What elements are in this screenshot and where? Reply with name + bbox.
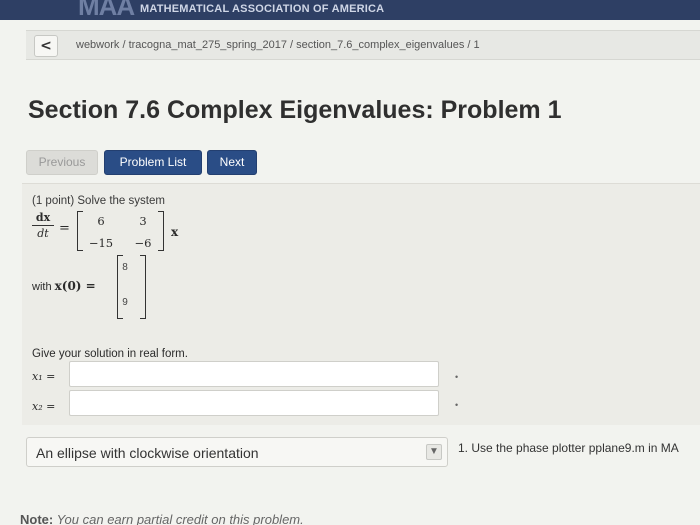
- feedback-dot: •: [455, 372, 459, 382]
- x1-label: x₁ =: [32, 370, 56, 383]
- initial-condition: with x(0) =: [32, 279, 96, 293]
- breadcrumb-item-webwork[interactable]: webwork: [76, 39, 119, 51]
- breadcrumb-item-section[interactable]: section_7.6_complex_eigenvalues: [296, 39, 464, 51]
- breadcrumb-item-problem: 1: [473, 39, 480, 51]
- matrix-cell: 3: [139, 214, 147, 228]
- breadcrumb-item-course[interactable]: tracogna_mat_275_spring_2017: [129, 39, 287, 51]
- dropdown-selected-value: An ellipse with clockwise orientation: [36, 445, 259, 461]
- equals-sign: =: [59, 221, 70, 236]
- matrix-cell: −15: [88, 236, 114, 250]
- vector-right-bracket: [140, 255, 146, 319]
- matrix-right-bracket: [158, 211, 164, 251]
- note-text: You can earn partial credit on this prob…: [53, 512, 304, 525]
- breadcrumb-separator: /: [464, 39, 474, 51]
- note-label: Note:: [20, 512, 54, 525]
- x2-label: x₂ =: [32, 400, 56, 413]
- derivative-denominator: dt: [37, 227, 49, 240]
- answer-dropdown[interactable]: An ellipse with clockwise orientation ▼: [26, 437, 448, 467]
- x2-input[interactable]: [69, 390, 439, 416]
- previous-button[interactable]: Previous: [26, 150, 98, 175]
- problem-body: (1 point) Solve the system dx dt = 6 3 −…: [22, 183, 700, 425]
- matrix-cell: 6: [97, 214, 105, 228]
- initial-vector-cell: 9: [122, 297, 128, 308]
- matrix-left-bracket: [77, 211, 83, 251]
- page-title: Section 7.6 Complex Eigenvalues: Problem…: [28, 96, 562, 124]
- breadcrumb: webwork / tracogna_mat_275_spring_2017 /…: [76, 39, 480, 51]
- vector-variable: x: [171, 225, 179, 239]
- breadcrumb-bar: < webwork / tracogna_mat_275_spring_2017…: [26, 30, 700, 60]
- problem-list-button[interactable]: Problem List: [104, 150, 202, 175]
- derivative-fraction: dx dt: [32, 211, 54, 240]
- maa-logo: MAA: [78, 0, 135, 21]
- back-button[interactable]: <: [34, 35, 58, 57]
- breadcrumb-separator: /: [119, 39, 129, 51]
- matrix-cell: −6: [134, 236, 152, 250]
- initial-lhs: x(0) =: [54, 279, 96, 293]
- org-name: MATHEMATICAL ASSOCIATION OF AMERICA: [140, 3, 385, 15]
- top-banner: MAA MATHEMATICAL ASSOCIATION OF AMERICA: [0, 0, 700, 21]
- next-button[interactable]: Next: [207, 150, 257, 175]
- solution-prompt: Give your solution in real form.: [32, 348, 188, 360]
- derivative-numerator: dx: [35, 211, 51, 224]
- chevron-down-icon[interactable]: ▼: [426, 444, 442, 460]
- with-label: with: [32, 281, 52, 293]
- feedback-dot: •: [455, 400, 459, 410]
- initial-vector-cell: 8: [122, 262, 128, 273]
- side-note: 1. Use the phase plotter pplane9.m in MA: [458, 441, 679, 455]
- breadcrumb-separator: /: [286, 39, 297, 51]
- x1-input[interactable]: [69, 361, 439, 387]
- problem-intro: (1 point) Solve the system: [32, 195, 165, 207]
- footer-note: Note: You can earn partial credit on thi…: [20, 512, 304, 525]
